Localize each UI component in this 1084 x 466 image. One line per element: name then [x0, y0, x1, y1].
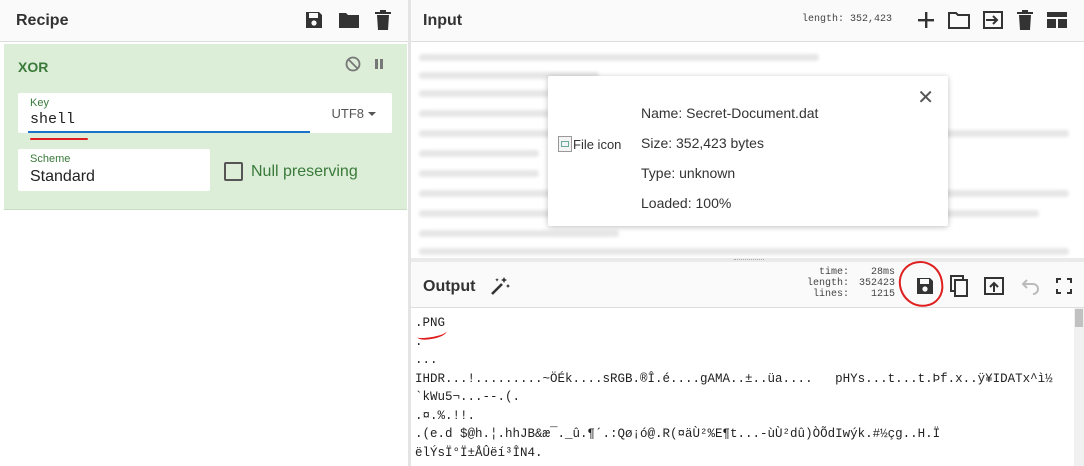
scheme-value: Standard [30, 168, 95, 185]
output-line: ... [415, 353, 438, 367]
scheme-select[interactable]: Scheme Standard [18, 149, 210, 191]
output-line: ëlÝsÏ°Ï±ÅÛëí³ÎN4. [415, 445, 543, 460]
save-icon[interactable] [304, 10, 324, 30]
null-preserving-option[interactable]: Null preserving [224, 162, 358, 181]
folder-icon[interactable] [948, 10, 970, 30]
undo-icon [1019, 276, 1041, 296]
import-icon[interactable] [982, 10, 1004, 30]
key-input[interactable]: shell [30, 111, 75, 128]
output-scroll-thumb[interactable] [1075, 309, 1083, 327]
key-red-annotation [30, 138, 88, 140]
trash-icon[interactable] [374, 10, 392, 30]
output-line: .(e.d $@h.¦.hhJB&æ¯._û.¶´.:Qø¡ó@.R(¤äÙ²%… [415, 427, 941, 441]
broken-image-icon [558, 136, 572, 152]
file-icon-alt: File icon [573, 136, 622, 152]
operation-title: XOR [18, 59, 49, 75]
copy-icon[interactable] [949, 275, 969, 297]
file-name: Name: Secret-Document.dat [641, 105, 819, 121]
recipe-header-icons [304, 10, 392, 30]
plus-icon[interactable] [916, 10, 936, 30]
output-scrollbar[interactable] [1074, 308, 1084, 466]
null-preserving-checkbox[interactable] [224, 162, 243, 181]
maximize-icon[interactable] [1055, 277, 1073, 295]
output-stats: time: 28ms length: 352423 lines: 1215 [807, 267, 895, 300]
output-length-label: length: [807, 278, 850, 289]
output-line: `kWu5¬...--.(. [415, 390, 521, 404]
file-type: Type: unknown [641, 165, 736, 181]
layout-icon[interactable] [1046, 10, 1068, 30]
file-size: Size: 352,423 bytes [641, 135, 764, 151]
key-label: Key [30, 97, 49, 109]
input-header: Input length: 352,423 [411, 0, 1084, 42]
output-title: Output [423, 278, 476, 295]
file-icon: File icon [558, 136, 621, 152]
output-length-value: 352423 [859, 278, 896, 289]
resizer-grip [734, 259, 764, 261]
output-line: IHDR...!.........~ÖÉk....sRGB.®Î.é....gA… [415, 371, 1053, 386]
input-length-label: length: [802, 14, 845, 25]
output-line: .¤.%.!!. [415, 408, 476, 423]
pause-icon[interactable] [373, 57, 385, 71]
file-details-card: File icon Name: Secret-Document.dat Size… [548, 76, 948, 226]
key-encoding-value: UTF8 [331, 106, 365, 121]
folder-icon[interactable] [338, 10, 360, 30]
trash-icon[interactable] [1016, 10, 1034, 30]
output-header: Output time: 28ms length: 352423 lines: … [411, 262, 1084, 308]
input-length: length: 352,423 [802, 14, 892, 25]
input-length-value: 352,423 [850, 14, 893, 25]
output-line: . [415, 334, 423, 349]
recipe-panel: Recipe XOR Key shell UTF8 Scheme Standar… [0, 0, 408, 466]
output-time-label: time: [819, 267, 850, 278]
recipe-header: Recipe [0, 0, 408, 42]
key-focus-underline [28, 131, 310, 133]
scheme-label: Scheme [30, 153, 71, 165]
output-line: .PNG [415, 316, 446, 330]
key-field[interactable]: Key shell UTF8 [18, 93, 392, 133]
file-info: Name: Secret-Document.dat Size: 352,423 … [641, 98, 818, 218]
output-time-value: 28ms [871, 267, 896, 278]
disable-icon[interactable] [345, 56, 361, 72]
close-icon[interactable]: ✕ [917, 88, 934, 108]
recipe-title: Recipe [16, 12, 69, 29]
chevron-down-icon [368, 111, 376, 116]
input-header-icons [916, 10, 1068, 30]
file-loaded: Loaded: 100% [641, 195, 732, 211]
magic-wand-icon[interactable] [489, 275, 511, 297]
output-lines-label: lines: [813, 289, 850, 300]
output-text[interactable]: .PNG.... IHDR...!.........~ÖÉk....sRGB.®Î… [415, 314, 1075, 466]
output-lines-value: 1215 [871, 289, 896, 300]
output-panel: Output time: 28ms length: 352423 lines: … [411, 262, 1084, 466]
operation-controls [345, 56, 385, 72]
key-encoding-dropdown[interactable]: UTF8 [331, 106, 376, 121]
input-panel: Input length: 352,423 File icon Name: Se… [411, 0, 1084, 258]
input-title: Input [423, 12, 463, 29]
xor-operation: XOR Key shell UTF8 Scheme Standard Null … [4, 44, 407, 210]
null-preserving-label: Null preserving [251, 162, 358, 180]
replace-input-icon[interactable] [983, 276, 1005, 296]
